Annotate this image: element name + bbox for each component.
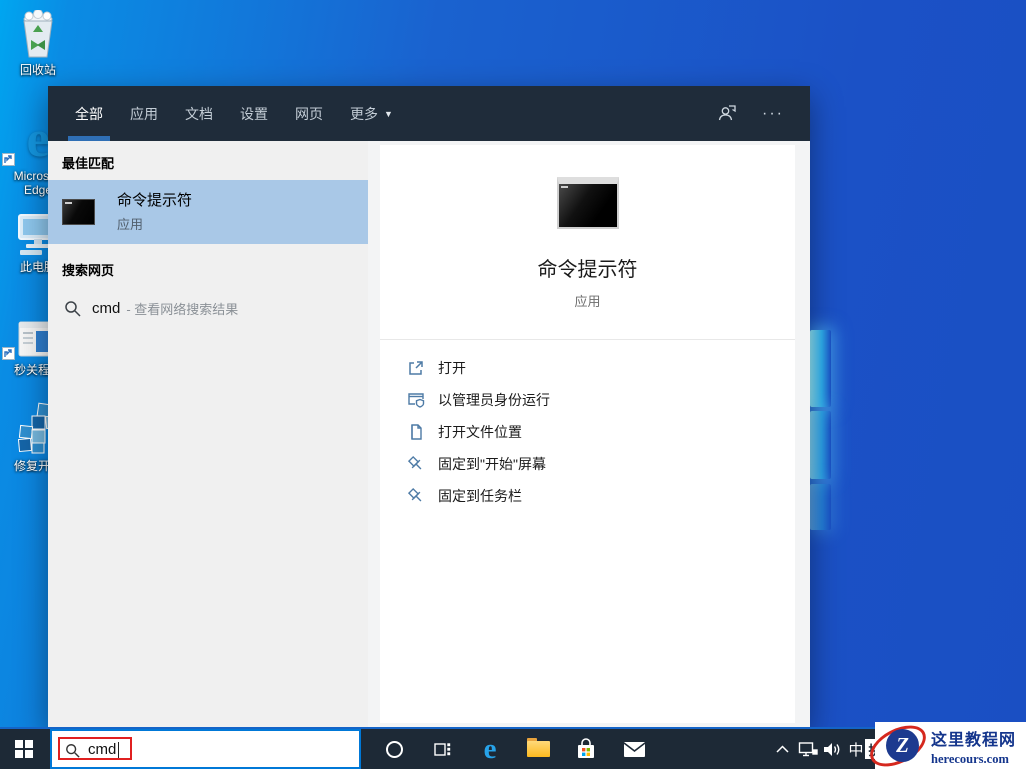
windows-logo-icon (15, 740, 33, 758)
action-label: 以管理员身份运行 (438, 390, 550, 410)
search-filter-tabs: 全部 应用 文档 设置 网页 更多 ▼ (48, 86, 420, 141)
taskbar-app-icons: e (370, 729, 658, 769)
logo-letter: Z (886, 729, 919, 762)
search-results-area: 最佳匹配 命令提示符 应用 搜索网页 cmd - 查看网络搜索结果 (48, 141, 810, 727)
store-icon (575, 738, 597, 760)
action-open[interactable]: 打开 (407, 352, 795, 384)
file-explorer-button[interactable] (514, 729, 562, 769)
tray-network-button[interactable] (796, 729, 820, 769)
speaker-icon (823, 741, 842, 758)
shortcut-arrow-icon (2, 347, 15, 360)
web-search-query: cmd (92, 300, 120, 317)
pin-icon (407, 455, 425, 473)
site-watermark: Z 这里教程网 herecours.com (875, 722, 1026, 769)
section-header-best-match: 最佳匹配 (48, 141, 368, 180)
detail-subtitle: 应用 (574, 291, 600, 310)
result-title: 命令提示符 (117, 192, 192, 210)
action-pin-to-start[interactable]: 固定到"开始"屏幕 (407, 448, 795, 480)
task-view-button[interactable] (418, 729, 466, 769)
open-icon (407, 359, 425, 377)
tab-apps[interactable]: 应用 (130, 86, 158, 141)
file-explorer-icon (527, 741, 550, 757)
action-run-as-administrator[interactable]: 以管理员身份运行 (407, 384, 795, 416)
action-label: 固定到"开始"屏幕 (438, 454, 546, 474)
result-item-command-prompt[interactable]: 命令提示符 应用 (48, 180, 368, 244)
tab-more[interactable]: 更多 ▼ (350, 86, 393, 141)
cortana-button[interactable] (370, 729, 418, 769)
chevron-down-icon: ▼ (384, 109, 393, 119)
tray-volume-button[interactable] (820, 729, 844, 769)
ime-language-label: 中 (848, 739, 863, 760)
desktop-icon-recycle-bin[interactable]: 回收站 (2, 8, 74, 77)
admin-shield-icon (407, 391, 425, 409)
tab-settings[interactable]: 设置 (240, 86, 268, 141)
command-prompt-icon (62, 199, 95, 225)
section-header-web-search: 搜索网页 (48, 244, 368, 287)
search-flyout-header: 全部 应用 文档 设置 网页 更多 ▼ ··· (48, 86, 810, 141)
taskbar-search-box[interactable] (50, 729, 361, 769)
wallpaper-glow (810, 411, 831, 479)
task-view-icon (433, 741, 451, 758)
action-label: 打开文件位置 (438, 422, 522, 442)
shortcut-arrow-icon (2, 153, 15, 166)
start-button[interactable] (0, 729, 48, 769)
wallpaper-glow (810, 484, 831, 530)
watermark-logo: Z (880, 727, 930, 765)
tab-more-label: 更多 (350, 104, 378, 124)
web-search-suffix: - 查看网络搜索结果 (126, 299, 238, 318)
action-pin-to-taskbar[interactable]: 固定到任务栏 (407, 480, 795, 512)
tab-web[interactable]: 网页 (295, 86, 323, 141)
result-subtitle: 应用 (117, 214, 192, 233)
edge-icon: e (484, 735, 497, 764)
watermark-domain: herecours.com (931, 752, 1023, 767)
watermark-title: 这里教程网 (931, 726, 1023, 750)
network-icon (798, 741, 818, 758)
file-location-icon (407, 423, 425, 441)
web-search-result-row[interactable]: cmd - 查看网络搜索结果 (48, 287, 368, 329)
header-actions: ··· (716, 103, 810, 125)
tray-chevron-button[interactable] (772, 729, 792, 769)
cortana-icon (386, 741, 403, 758)
action-open-file-location[interactable]: 打开文件位置 (407, 416, 795, 448)
search-flyout: 全部 应用 文档 设置 网页 更多 ▼ ··· (48, 86, 810, 727)
detail-title: 命令提示符 (538, 253, 638, 282)
detail-card: 命令提示符 应用 打开 (380, 145, 795, 723)
search-icon (64, 300, 81, 317)
command-prompt-icon-large (557, 177, 619, 229)
desktop-screen: 回收站 e Microsoft Edge 此电脑 (0, 0, 1026, 769)
action-label: 固定到任务栏 (438, 486, 522, 506)
tab-documents[interactable]: 文档 (185, 86, 213, 141)
tab-all[interactable]: 全部 (75, 86, 103, 141)
mail-button[interactable] (610, 729, 658, 769)
mail-icon (623, 741, 646, 758)
desktop-icon-label: 回收站 (2, 63, 74, 77)
more-options-icon[interactable]: ··· (762, 103, 784, 125)
results-list-pane: 最佳匹配 命令提示符 应用 搜索网页 cmd - 查看网络搜索结果 (48, 141, 368, 727)
detail-pane: 命令提示符 应用 打开 (368, 141, 810, 727)
account-feedback-icon[interactable] (716, 103, 738, 125)
recycle-bin-icon (2, 8, 74, 60)
chevron-up-icon (776, 745, 789, 754)
microsoft-store-button[interactable] (562, 729, 610, 769)
context-actions: 打开 以管理员身份运行 (380, 340, 795, 512)
action-label: 打开 (438, 358, 466, 378)
edge-taskbar-button[interactable]: e (466, 729, 514, 769)
pin-icon (407, 487, 425, 505)
tutorial-annotation-box (58, 737, 132, 760)
wallpaper-glow (810, 330, 831, 407)
